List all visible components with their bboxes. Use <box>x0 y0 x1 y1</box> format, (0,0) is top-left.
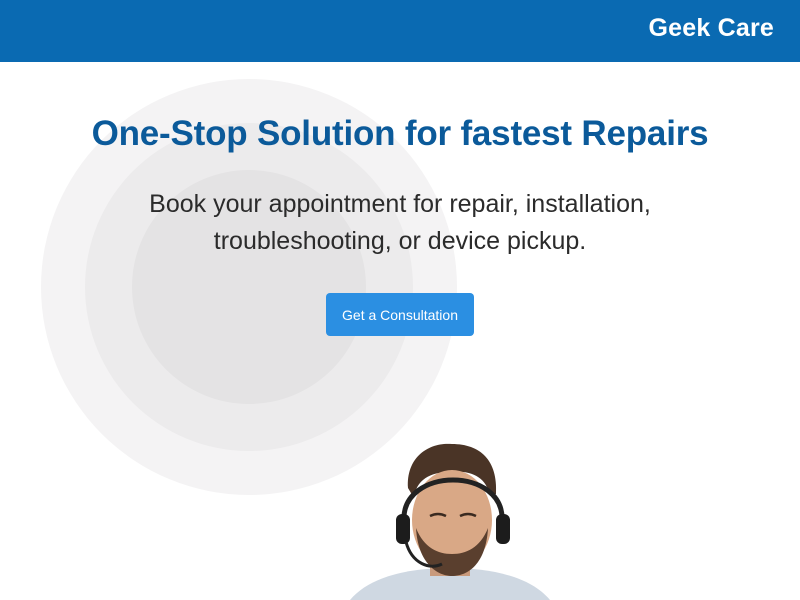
hero-subtext-line-2: troubleshooting, or device pickup. <box>213 227 587 255</box>
hero-subtext-line-1: Book your appointment for repair, instal… <box>149 190 651 218</box>
hero-subtext: Book your appointment for repair, instal… <box>100 186 700 260</box>
hero-headline: One-Stop Solution for fastest Repairs <box>91 114 709 153</box>
get-consultation-button[interactable]: Get a Consultation <box>326 293 474 336</box>
top-nav-bar: Geek Care <box>0 0 800 62</box>
support-agent-image <box>350 443 550 600</box>
brand-logo-text[interactable]: Geek Care <box>649 14 775 43</box>
